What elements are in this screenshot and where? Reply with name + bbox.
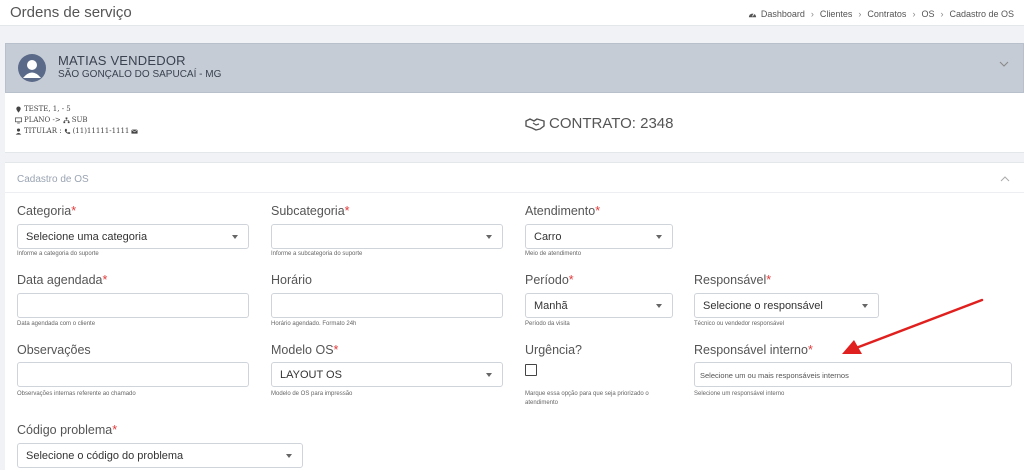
phone-icon [64,128,71,135]
avatar [18,54,46,82]
holder-phone: (11)11111-1111 [72,127,130,135]
breadcrumb-os[interactable]: OS [921,9,934,19]
breadcrumb-cadastro-os: Cadastro de OS [949,9,1014,19]
responsavel-interno-multiselect[interactable]: Selecione um ou mais responsáveis intern… [694,362,1012,387]
client-name: MATIAS VENDEDOR [58,53,186,68]
monitor-icon [15,117,22,124]
categoria-label: Categoria* [17,204,77,218]
responsavel-hint: Técnico ou vendedor responsável [694,321,785,327]
breadcrumb-separator: › [810,9,814,19]
modelo-os-value: LAYOUT OS [280,369,342,381]
categoria-hint: Informe a categoria do suporte [17,251,99,257]
caret-down-icon [656,304,662,308]
breadcrumb-dashboard[interactable]: Dashboard [761,9,805,19]
atendimento-value: Carro [534,231,562,243]
breadcrumb-contratos[interactable]: Contratos [867,9,906,19]
modelo-os-label: Modelo OS* [271,343,339,357]
horario-label: Horário [271,273,312,287]
chevron-up-icon[interactable] [1000,171,1010,182]
subcategoria-hint: Informe a subcategoria do suporte [271,251,363,257]
envelope-icon [131,128,139,135]
holder-label: TITULAR : [24,127,62,135]
contract-plan: PLANO -> [24,116,61,124]
caret-down-icon [486,373,492,377]
data-agendada-input[interactable] [17,293,249,318]
responsavel-interno-placeholder: Selecione um ou mais responsáveis intern… [700,371,849,380]
modelo-os-select[interactable]: LAYOUT OS [271,362,503,387]
responsavel-label: Responsável* [694,273,772,287]
responsavel-interno-hint: Selecione um responsável interno [694,391,785,397]
observacoes-hint: Observações internas referente ao chamad… [17,391,136,397]
map-marker-icon [15,106,22,113]
top-bar: Ordens de serviço Dashboard › Clientes ›… [0,0,1024,26]
categoria-select[interactable]: Selecione uma categoria [17,224,249,249]
data-agendada-hint: Data agendada com o cliente [17,321,96,327]
horario-hint: Horário agendado. Formato 24h [271,321,357,327]
modelo-os-hint: Modelo de OS para impressão [271,391,353,397]
form-header[interactable]: Cadastro de OS [5,163,1024,193]
client-city: SÃO GONÇALO DO SAPUCAÍ - MG [58,69,222,80]
client-bar[interactable]: MATIAS VENDEDOR SÃO GONÇALO DO SAPUCAÍ -… [5,43,1024,93]
urgencia-hint: Marque essa opção para que seja prioriza… [525,391,649,406]
chevron-down-icon[interactable] [999,56,1009,67]
user-icon [15,128,22,135]
form-title: Cadastro de OS [17,174,89,185]
holder-line: TITULAR : (11)11111-1111 [15,126,140,137]
breadcrumb-clientes[interactable]: Clientes [820,9,853,19]
caret-down-icon [486,235,492,239]
observacoes-label: Observações [17,343,91,357]
codigo-problema-value: Selecione o código do problema [26,450,184,462]
codigo-problema-label: Código problema* [17,423,118,437]
address-line: TESTE, 1, - 5 [15,104,140,115]
caret-down-icon [656,235,662,239]
horario-input[interactable] [271,293,503,318]
responsavel-value: Selecione o responsável [703,300,823,312]
subcategoria-label: Subcategoria* [271,204,350,218]
periodo-hint: Período da visita [525,321,570,327]
codigo-problema-select[interactable]: Selecione o código do problema [17,443,303,468]
atendimento-label: Atendimento* [525,204,601,218]
sitemap-icon [63,117,70,124]
dashboard-icon [748,10,757,19]
subcategoria-select[interactable] [271,224,503,249]
periodo-label: Período* [525,273,574,287]
contract-label: CONTRATO: 2348 [549,115,674,132]
caret-down-icon [232,235,238,239]
categoria-value: Selecione uma categoria [26,231,148,243]
plan-line: PLANO -> SUB [15,115,140,126]
urgencia-checkbox[interactable] [525,364,537,376]
handshake-icon [525,117,545,131]
periodo-value: Manhã [534,300,568,312]
periodo-select[interactable]: Manhã [525,293,673,318]
breadcrumb-separator: › [912,9,916,19]
breadcrumb-separator: › [858,9,862,19]
observacoes-input[interactable] [17,362,249,387]
breadcrumb-separator: › [940,9,944,19]
contract-number: CONTRATO: 2348 [525,115,673,132]
page-title: Ordens de serviço [10,4,132,21]
contract-panel: TESTE, 1, - 5 PLANO -> SUB TITULAR : (11… [5,93,1024,153]
contract-address: TESTE, 1, - 5 [24,105,71,113]
caret-down-icon [286,454,292,458]
atendimento-hint: Meio de atendimento [525,251,582,257]
contract-info: TESTE, 1, - 5 PLANO -> SUB TITULAR : (11… [15,104,140,137]
contract-plan-sub: SUB [71,116,88,124]
breadcrumb: Dashboard › Clientes › Contratos › OS › … [748,9,1014,19]
urgencia-label: Urgência? [525,343,582,357]
responsavel-interno-label: Responsável interno* [694,343,813,357]
atendimento-select[interactable]: Carro [525,224,673,249]
annotation-arrow-icon [842,298,984,354]
data-agendada-label: Data agendada* [17,273,108,287]
